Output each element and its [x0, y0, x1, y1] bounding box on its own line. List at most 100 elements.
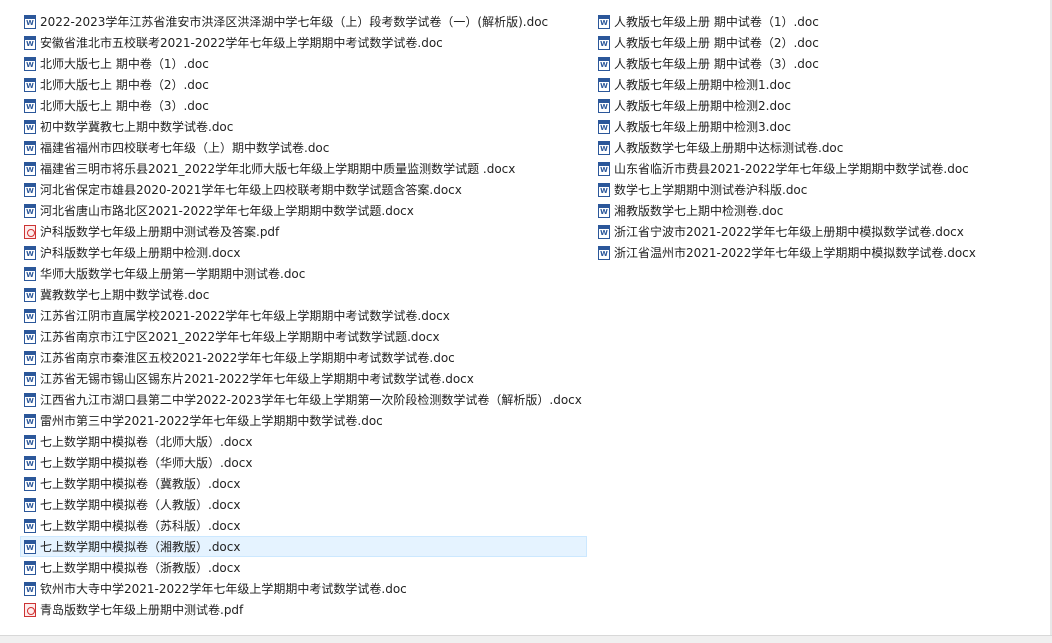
- word-file-icon: [24, 245, 36, 260]
- file-name: 福建省福州市四校联考七年级（上）期中数学试卷.doc: [40, 140, 330, 155]
- file-name: 七上数学期中模拟卷（华师大版）.docx: [40, 455, 253, 470]
- file-name: 七上数学期中模拟卷（人教版）.docx: [40, 497, 241, 512]
- file-item[interactable]: 北师大版七上 期中卷（2）.doc: [20, 74, 587, 95]
- file-name: 人教版数学七年级上册期中达标测试卷.doc: [614, 140, 844, 155]
- word-file-icon: [598, 98, 610, 113]
- file-name: 七上数学期中模拟卷（北师大版）.docx: [40, 434, 253, 449]
- file-column-right: 人教版七年级上册 期中试卷（1）.doc 人教版七年级上册 期中试卷（2）.doc…: [594, 11, 981, 263]
- file-item[interactable]: 河北省唐山市路北区2021-2022学年七年级上学期期中数学试题.docx: [20, 200, 587, 221]
- file-name: 人教版七年级上册 期中试卷（3）.doc: [614, 56, 819, 71]
- word-file-icon: [24, 329, 36, 344]
- file-item[interactable]: 人教版七年级上册 期中试卷（2）.doc: [594, 32, 981, 53]
- word-file-icon: [24, 287, 36, 302]
- file-item[interactable]: 七上数学期中模拟卷（湘教版）.docx: [20, 536, 587, 557]
- file-item[interactable]: 湘教版数学七上期中检测卷.doc: [594, 200, 981, 221]
- word-file-icon: [24, 161, 36, 176]
- file-name: 湘教版数学七上期中检测卷.doc: [614, 203, 784, 218]
- word-file-icon: [598, 245, 610, 260]
- file-name: 华师大版数学七年级上册第一学期期中测试卷.doc: [40, 266, 306, 281]
- file-item[interactable]: 北师大版七上 期中卷（1）.doc: [20, 53, 587, 74]
- word-file-icon: [24, 35, 36, 50]
- file-name: 冀教数学七上期中数学试卷.doc: [40, 287, 210, 302]
- word-file-icon: [598, 35, 610, 50]
- file-item[interactable]: 冀教数学七上期中数学试卷.doc: [20, 284, 587, 305]
- file-item[interactable]: 江苏省无锡市锡山区锡东片2021-2022学年七年级上学期期中考试数学试卷.do…: [20, 368, 587, 389]
- file-item[interactable]: 江苏省江阴市直属学校2021-2022学年七年级上学期期中考试数学试卷.docx: [20, 305, 587, 326]
- file-item[interactable]: 江苏省南京市江宁区2021_2022学年七年级上学期期中考试数学试题.docx: [20, 326, 587, 347]
- word-file-icon: [598, 56, 610, 71]
- word-file-icon: [24, 140, 36, 155]
- file-name: 浙江省宁波市2021-2022学年七年级上册期中模拟数学试卷.docx: [614, 224, 964, 239]
- file-name: 河北省唐山市路北区2021-2022学年七年级上学期期中数学试题.docx: [40, 203, 414, 218]
- file-item[interactable]: 江苏省南京市秦淮区五校2021-2022学年七年级上学期期中考试数学试卷.doc: [20, 347, 587, 368]
- file-item[interactable]: 人教版七年级上册 期中试卷（1）.doc: [594, 11, 981, 32]
- file-item[interactable]: 雷州市第三中学2021-2022学年七年级上学期期中数学试卷.doc: [20, 410, 587, 431]
- file-name: 人教版七年级上册期中检测2.doc: [614, 98, 792, 113]
- file-item[interactable]: 人教版七年级上册 期中试卷（3）.doc: [594, 53, 981, 74]
- file-name: 北师大版七上 期中卷（2）.doc: [40, 77, 209, 92]
- file-name: 人教版七年级上册期中检测1.doc: [614, 77, 792, 92]
- file-item[interactable]: 沪科版数学七年级上册期中检测.docx: [20, 242, 587, 263]
- word-file-icon: [24, 203, 36, 218]
- word-file-icon: [598, 14, 610, 29]
- file-name: 七上数学期中模拟卷（苏科版）.docx: [40, 518, 241, 533]
- file-item[interactable]: 青岛版数学七年级上册期中测试卷.pdf: [20, 599, 587, 620]
- file-item[interactable]: 江西省九江市湖口县第二中学2022-2023学年七年级上学期第一次阶段检测数学试…: [20, 389, 587, 410]
- file-list-pane: 2022-2023学年江苏省淮安市洪泽区洪泽湖中学七年级（上）段考数学试卷（一）…: [0, 0, 1052, 636]
- word-file-icon: [598, 140, 610, 155]
- file-item[interactable]: 北师大版七上 期中卷（3）.doc: [20, 95, 587, 116]
- file-item[interactable]: 山东省临沂市费县2021-2022学年七年级上学期期中数学试卷.doc: [594, 158, 981, 179]
- file-item[interactable]: 七上数学期中模拟卷（北师大版）.docx: [20, 431, 587, 452]
- word-file-icon: [598, 161, 610, 176]
- file-name: 江苏省南京市江宁区2021_2022学年七年级上学期期中考试数学试题.docx: [40, 329, 440, 344]
- file-name: 七上数学期中模拟卷（浙教版）.docx: [40, 560, 241, 575]
- file-item[interactable]: 七上数学期中模拟卷（华师大版）.docx: [20, 452, 587, 473]
- file-name: 浙江省温州市2021-2022学年七年级上学期期中模拟数学试卷.docx: [614, 245, 976, 260]
- file-item[interactable]: 数学七上学期期中测试卷沪科版.doc: [594, 179, 981, 200]
- file-item[interactable]: 河北省保定市雄县2020-2021学年七年级上四校联考期中数学试题含答案.doc…: [20, 179, 587, 200]
- word-file-icon: [24, 392, 36, 407]
- file-item[interactable]: 人教版七年级上册期中检测2.doc: [594, 95, 981, 116]
- file-item[interactable]: 七上数学期中模拟卷（浙教版）.docx: [20, 557, 587, 578]
- file-item[interactable]: 人教版七年级上册期中检测3.doc: [594, 116, 981, 137]
- file-item[interactable]: 钦州市大寺中学2021-2022学年七年级上学期期中考试数学试卷.doc: [20, 578, 587, 599]
- file-item[interactable]: 福建省福州市四校联考七年级（上）期中数学试卷.doc: [20, 137, 587, 158]
- file-item[interactable]: 福建省三明市将乐县2021_2022学年北师大版七年级上学期期中质量监测数学试题…: [20, 158, 587, 179]
- word-file-icon: [24, 476, 36, 491]
- file-name: 青岛版数学七年级上册期中测试卷.pdf: [40, 602, 244, 617]
- file-item[interactable]: 沪科版数学七年级上册期中测试卷及答案.pdf: [20, 221, 587, 242]
- file-item[interactable]: 人教版数学七年级上册期中达标测试卷.doc: [594, 137, 981, 158]
- file-item[interactable]: 安徽省淮北市五校联考2021-2022学年七年级上学期期中考试数学试卷.doc: [20, 32, 587, 53]
- word-file-icon: [24, 119, 36, 134]
- word-file-icon: [24, 182, 36, 197]
- word-file-icon: [24, 371, 36, 386]
- file-name: 北师大版七上 期中卷（1）.doc: [40, 56, 209, 71]
- file-name: 初中数学冀教七上期中数学试卷.doc: [40, 119, 234, 134]
- word-file-icon: [24, 455, 36, 470]
- file-item[interactable]: 浙江省温州市2021-2022学年七年级上学期期中模拟数学试卷.docx: [594, 242, 981, 263]
- file-name: 人教版七年级上册期中检测3.doc: [614, 119, 792, 134]
- file-item[interactable]: 七上数学期中模拟卷（苏科版）.docx: [20, 515, 587, 536]
- word-file-icon: [24, 581, 36, 596]
- word-file-icon: [24, 497, 36, 512]
- file-item[interactable]: 人教版七年级上册期中检测1.doc: [594, 74, 981, 95]
- pdf-file-icon: [24, 224, 36, 239]
- pdf-file-icon: [24, 602, 36, 617]
- word-file-icon: [24, 413, 36, 428]
- word-file-icon: [598, 119, 610, 134]
- word-file-icon: [598, 77, 610, 92]
- file-item[interactable]: 2022-2023学年江苏省淮安市洪泽区洪泽湖中学七年级（上）段考数学试卷（一）…: [20, 11, 587, 32]
- file-item[interactable]: 初中数学冀教七上期中数学试卷.doc: [20, 116, 587, 137]
- file-item[interactable]: 华师大版数学七年级上册第一学期期中测试卷.doc: [20, 263, 587, 284]
- file-name: 沪科版数学七年级上册期中检测.docx: [40, 245, 241, 260]
- file-item[interactable]: 浙江省宁波市2021-2022学年七年级上册期中模拟数学试卷.docx: [594, 221, 981, 242]
- word-file-icon: [24, 14, 36, 29]
- file-item[interactable]: 七上数学期中模拟卷（冀教版）.docx: [20, 473, 587, 494]
- file-name: 山东省临沂市费县2021-2022学年七年级上学期期中数学试卷.doc: [614, 161, 969, 176]
- word-file-icon: [24, 98, 36, 113]
- file-name: 沪科版数学七年级上册期中测试卷及答案.pdf: [40, 224, 280, 239]
- file-name: 人教版七年级上册 期中试卷（1）.doc: [614, 14, 819, 29]
- word-file-icon: [24, 350, 36, 365]
- file-name: 福建省三明市将乐县2021_2022学年北师大版七年级上学期期中质量监测数学试题…: [40, 161, 516, 176]
- file-item[interactable]: 七上数学期中模拟卷（人教版）.docx: [20, 494, 587, 515]
